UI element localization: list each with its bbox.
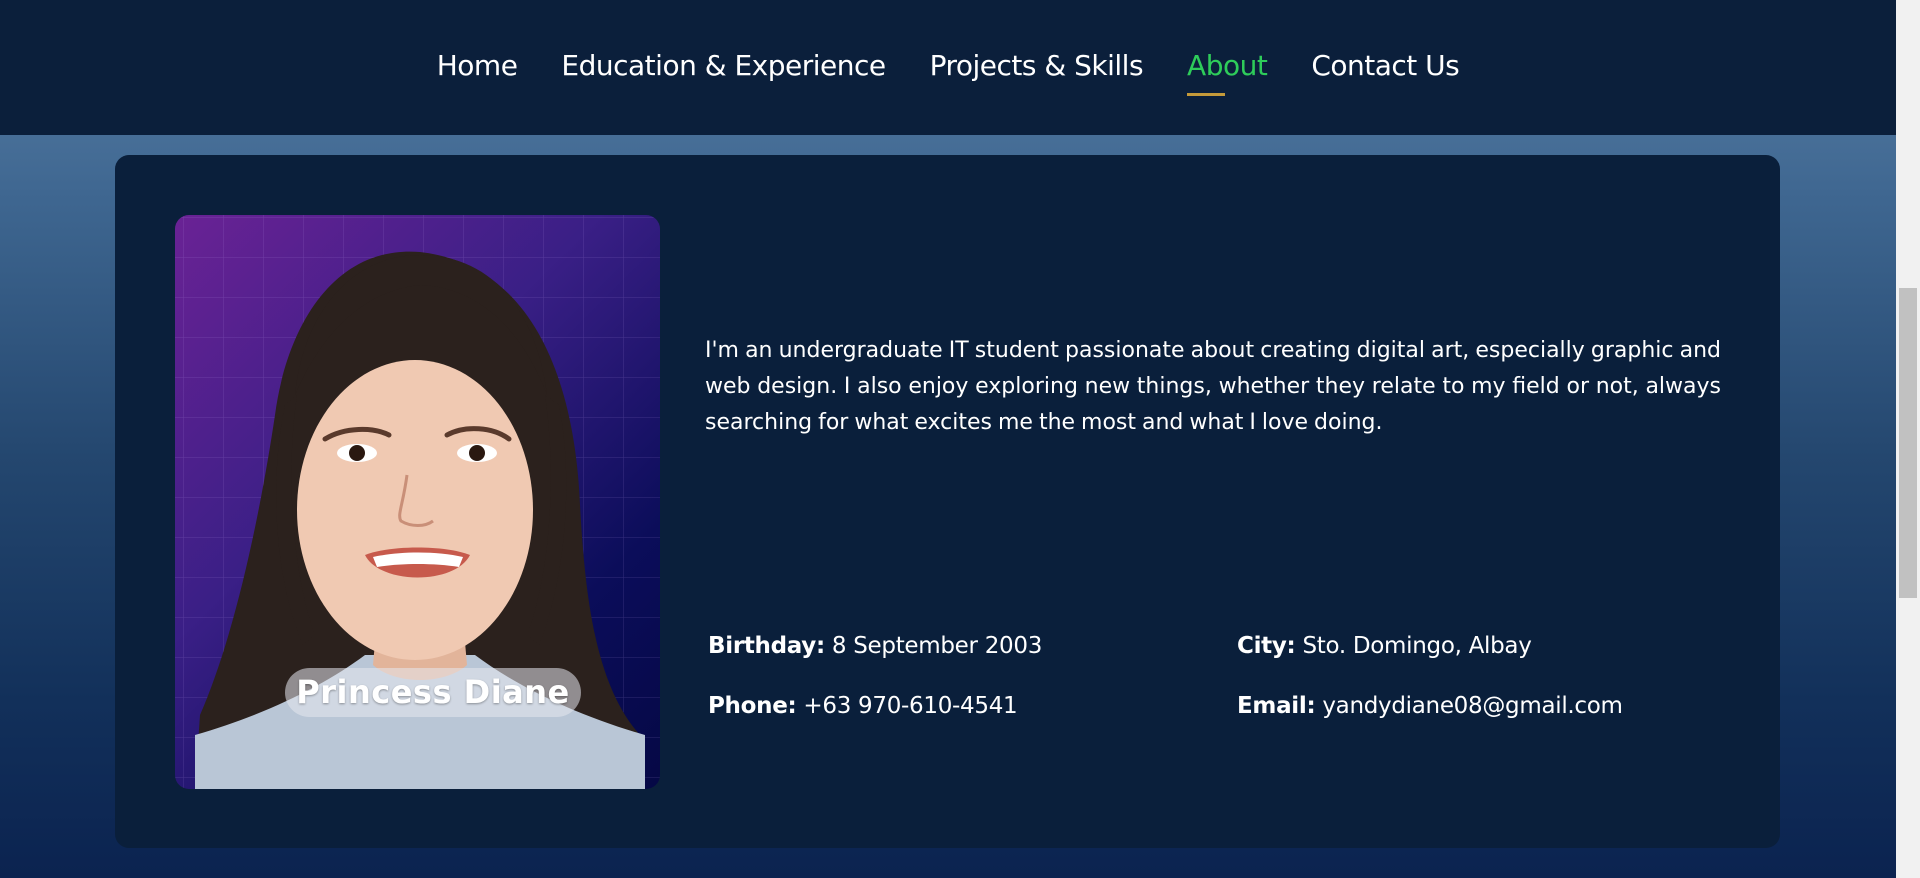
nav-link-contact-us[interactable]: Contact Us [1311,44,1459,88]
name-badge: Princess Diane [285,668,581,717]
nav-menu: Home Education & Experience Projects & S… [0,44,1896,96]
phone-label: Phone: [708,693,797,719]
birthday-value: 8 September 2003 [831,633,1043,659]
scrollbar-thumb[interactable] [1899,288,1917,598]
city-label: City: [1237,633,1296,659]
about-card: Princess Diane I'm an undergraduate IT s… [115,155,1780,848]
phone-value[interactable]: +63 970-610-4541 [803,693,1017,719]
phone-info: Phone: +63 970-610-4541 [708,690,1018,722]
email-info: Email: yandydiane08@gmail.com [1237,690,1623,722]
city-value: Sto. Domingo, Albay [1302,633,1532,659]
nav-link-projects-skills[interactable]: Projects & Skills [930,44,1144,88]
email-value[interactable]: yandydiane08@gmail.com [1322,693,1623,719]
bio-text: I'm an undergraduate IT student passiona… [705,338,1721,435]
page-scrollbar[interactable] [1896,0,1920,878]
top-navbar: Home Education & Experience Projects & S… [0,0,1896,135]
nav-link-education-experience[interactable]: Education & Experience [561,44,886,88]
profile-photo: Princess Diane [175,215,660,789]
nav-link-about[interactable]: About [1187,44,1268,96]
birthday-label: Birthday: [708,633,825,659]
city-info: City: Sto. Domingo, Albay [1237,630,1532,662]
email-label: Email: [1237,693,1316,719]
nav-link-home[interactable]: Home [437,44,518,88]
birthday-info: Birthday: 8 September 2003 [708,630,1042,662]
